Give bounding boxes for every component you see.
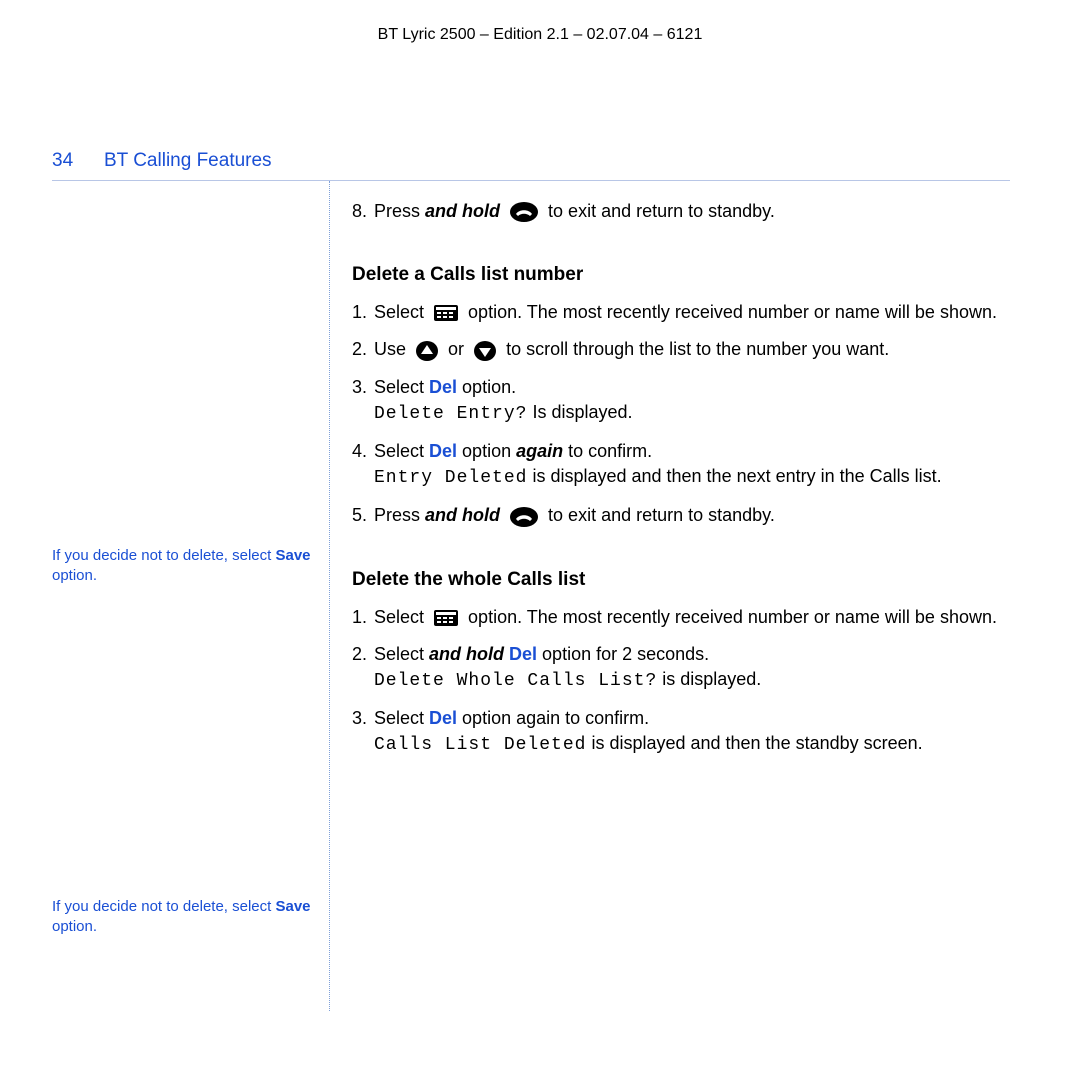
subsection-title: Delete the whole Calls list bbox=[352, 569, 1010, 591]
text: Select bbox=[374, 607, 429, 627]
step: 2. Select and hold Del option for 2 seco… bbox=[352, 642, 1010, 694]
text: is displayed and then the next entry in … bbox=[527, 466, 941, 486]
heading-row: 34 BT Calling Features bbox=[52, 150, 1010, 172]
del-option: Del bbox=[504, 644, 537, 664]
text: or bbox=[448, 339, 469, 359]
text: Is displayed. bbox=[527, 402, 632, 422]
step-body: Select and hold Del option for 2 seconds… bbox=[374, 642, 1010, 694]
step-body: Select Del option again to confirm. Entr… bbox=[374, 439, 1010, 491]
subsection-title: Delete a Calls list number bbox=[352, 264, 1010, 286]
note-text: If you decide not to delete, select bbox=[52, 898, 275, 915]
text: Press bbox=[374, 201, 425, 221]
step-number: 1. bbox=[352, 300, 374, 325]
text: option again to confirm. bbox=[457, 708, 649, 728]
lcd-text: Calls List Deleted bbox=[374, 735, 586, 755]
step: 3. Select Del option. Delete Entry? Is d… bbox=[352, 375, 1010, 427]
text: Select bbox=[374, 708, 429, 728]
emphasis: and hold bbox=[425, 201, 500, 221]
side-note: If you decide not to delete, select Save… bbox=[52, 546, 315, 587]
columns: If you decide not to delete, select Save… bbox=[52, 181, 1010, 1011]
text: option for 2 seconds. bbox=[537, 644, 709, 664]
text: option. bbox=[457, 377, 516, 397]
emphasis: again bbox=[516, 441, 563, 461]
text: to exit and return to standby. bbox=[548, 505, 775, 525]
step-number: 2. bbox=[352, 642, 374, 694]
note-text: If you decide not to delete, select bbox=[52, 547, 275, 564]
step: 1. Select option. The most recently rece… bbox=[352, 605, 1010, 630]
text: option. The most recently received numbe… bbox=[468, 607, 997, 627]
step-body: Select option. The most recently receive… bbox=[374, 300, 1010, 325]
emphasis: and hold bbox=[425, 505, 500, 525]
text: Press bbox=[374, 505, 425, 525]
document-id: BT Lyric 2500 – Edition 2.1 – 02.07.04 –… bbox=[0, 26, 1080, 44]
text: option bbox=[457, 441, 516, 461]
note-bold: Save bbox=[275, 547, 310, 564]
step-number: 1. bbox=[352, 605, 374, 630]
text: is displayed and then the standby screen… bbox=[586, 733, 922, 753]
lcd-text: Entry Deleted bbox=[374, 468, 527, 488]
end-call-icon bbox=[509, 506, 539, 528]
step-body: Select Del option. Delete Entry? Is disp… bbox=[374, 375, 1010, 427]
note-text: option. bbox=[52, 567, 97, 584]
text: Select bbox=[374, 441, 429, 461]
text: Select bbox=[374, 644, 429, 664]
page: BT Lyric 2500 – Edition 2.1 – 02.07.04 –… bbox=[0, 0, 1080, 1077]
step: 8. Press and hold to exit and return to … bbox=[352, 199, 1010, 224]
step-number: 3. bbox=[352, 375, 374, 427]
step-number: 2. bbox=[352, 337, 374, 362]
del-option: Del bbox=[429, 377, 457, 397]
step: 1. Select option. The most recently rece… bbox=[352, 300, 1010, 325]
step-number: 4. bbox=[352, 439, 374, 491]
step-body: Press and hold to exit and return to sta… bbox=[374, 503, 1010, 528]
del-option: Del bbox=[429, 708, 457, 728]
text: to exit and return to standby. bbox=[548, 201, 775, 221]
step-number: 8. bbox=[352, 199, 374, 224]
step: 5. Press and hold to exit and return to … bbox=[352, 503, 1010, 528]
step: 3. Select Del option again to confirm. C… bbox=[352, 706, 1010, 758]
text: Select bbox=[374, 377, 429, 397]
step-body: Select option. The most recently receive… bbox=[374, 605, 1010, 630]
content-area: 34 BT Calling Features If you decide not… bbox=[52, 150, 1010, 1011]
lcd-text: Delete Entry? bbox=[374, 404, 527, 424]
down-arrow-icon bbox=[473, 340, 497, 362]
note-bold: Save bbox=[275, 898, 310, 915]
side-notes-column: If you decide not to delete, select Save… bbox=[52, 181, 330, 1011]
step: 2. Use or to scroll through the list to … bbox=[352, 337, 1010, 362]
calls-list-icon bbox=[433, 607, 459, 629]
lcd-text: Delete Whole Calls List? bbox=[374, 671, 657, 691]
note-text: option. bbox=[52, 918, 97, 935]
text: to confirm. bbox=[563, 441, 652, 461]
page-number: 34 bbox=[52, 150, 76, 172]
del-option: Del bbox=[429, 441, 457, 461]
step-body: Use or to scroll through the list to the… bbox=[374, 337, 1010, 362]
end-call-icon bbox=[509, 201, 539, 223]
emphasis: and hold bbox=[429, 644, 504, 664]
step: 4. Select Del option again to confirm. E… bbox=[352, 439, 1010, 491]
up-arrow-icon bbox=[415, 340, 439, 362]
step-body: Select Del option again to confirm. Call… bbox=[374, 706, 1010, 758]
text: option. The most recently received numbe… bbox=[468, 302, 997, 322]
text: is displayed. bbox=[657, 669, 761, 689]
text: Use bbox=[374, 339, 411, 359]
calls-list-icon bbox=[433, 302, 459, 324]
text: Select bbox=[374, 302, 429, 322]
step-number: 5. bbox=[352, 503, 374, 528]
text: to scroll through the list to the number… bbox=[506, 339, 889, 359]
step-number: 3. bbox=[352, 706, 374, 758]
main-column: 8. Press and hold to exit and return to … bbox=[330, 181, 1010, 1011]
side-note: If you decide not to delete, select Save… bbox=[52, 897, 315, 938]
step-body: Press and hold to exit and return to sta… bbox=[374, 199, 1010, 224]
section-title: BT Calling Features bbox=[104, 150, 272, 172]
